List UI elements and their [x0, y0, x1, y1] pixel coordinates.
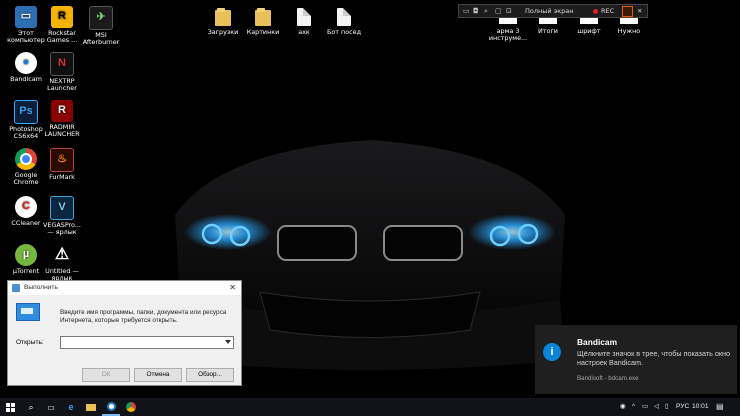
taskbar-bandicam[interactable]: [102, 398, 120, 416]
start-button[interactable]: [0, 398, 20, 416]
bandicam-record-bar[interactable]: ▭ ◘ ⌕ ▢ ⊡ Полный экран REC ✕: [458, 4, 648, 18]
nextrp-icon: N: [50, 52, 74, 76]
desktop-icon-msi-afterburner[interactable]: ✈ MSI Afterburner: [79, 6, 123, 47]
windows-logo-icon: [5, 402, 15, 412]
notification-source: Bandisoft - bdcam.exe: [577, 375, 639, 382]
chrome-icon: [15, 148, 37, 170]
desktop-icon-rockstar[interactable]: R Rockstar Games ...: [40, 6, 84, 45]
desktop-icon-nextrp[interactable]: N NEXTRP Launcher: [40, 52, 84, 93]
desktop-icon-downloads[interactable]: Загрузки: [201, 8, 245, 36]
ok-button[interactable]: ОК: [82, 368, 130, 382]
record-dot-icon: [593, 9, 598, 14]
run-dialog-title: Выполнить: [24, 284, 58, 291]
open-input[interactable]: [60, 336, 234, 349]
desktop-icon-radmir[interactable]: R RADMIR LAUNCHER: [40, 100, 84, 139]
pin-icon[interactable]: ◘: [473, 5, 479, 17]
computer-icon: ▭: [15, 6, 37, 28]
taskbar: ⌕ ▭ e ◉ ^ ▭ ◁ ▯ РУС 10:01 ▤: [0, 398, 740, 416]
taskbar-clock[interactable]: 10:01: [692, 398, 709, 416]
chrome-icon: [126, 402, 136, 412]
record-button[interactable]: [622, 6, 633, 17]
task-view-button[interactable]: ▭: [42, 398, 60, 416]
desktop-icon-ahk[interactable]: ахк: [282, 8, 326, 36]
fullscreen-icon[interactable]: ▢: [495, 5, 502, 17]
furmark-icon: ♨: [50, 148, 74, 172]
run-dialog-description: Введите имя программы, папки, документа …: [60, 309, 227, 325]
taskbar-chrome[interactable]: [122, 398, 140, 416]
cancel-button[interactable]: Отмена: [134, 368, 182, 382]
ccleaner-icon: C: [15, 196, 37, 218]
target-icon[interactable]: ⊡: [506, 5, 512, 17]
bandicam-icon: ●: [15, 52, 37, 74]
edge-icon: e: [68, 402, 74, 412]
folder-icon: [86, 403, 96, 411]
photoshop-icon: Ps: [14, 100, 38, 124]
chevron-down-icon[interactable]: [225, 340, 231, 344]
battery-icon[interactable]: ▯: [665, 398, 669, 416]
msi-afterburner-icon: ✈: [89, 6, 113, 30]
search-button[interactable]: ⌕: [22, 398, 40, 416]
search-icon[interactable]: ⌕: [484, 5, 488, 17]
folder-icon: [255, 8, 271, 26]
run-dialog-titlebar[interactable]: Выполнить ✕: [8, 281, 241, 295]
folder-icon: [215, 8, 231, 26]
desktop-icon-vegas[interactable]: V VEGASPro... — ярлык: [40, 196, 84, 237]
record-mode-title: Полный экран: [525, 7, 574, 15]
browse-button[interactable]: Обзор...: [186, 368, 234, 382]
notification-title: Bandicam: [577, 337, 618, 347]
info-icon: i: [543, 343, 561, 361]
rec-label: REC: [601, 7, 615, 15]
bandicam-icon: [106, 401, 116, 411]
run-icon: [12, 284, 20, 292]
desktop-icon-bot-posed[interactable]: Бот посед: [322, 8, 366, 36]
desktop-icon-arma3[interactable]: арма 3 инструме...: [486, 14, 530, 43]
notification-message: Щёлкните значок в трее, чтобы показать о…: [577, 349, 730, 368]
close-icon[interactable]: ✕: [229, 281, 236, 295]
shortcut-warning-icon: ⚠: [54, 246, 70, 264]
run-program-icon: [16, 303, 40, 321]
bandicam-tray-icon[interactable]: ◉: [620, 398, 626, 416]
task-view-icon: ▭: [47, 402, 55, 412]
notifications-icon[interactable]: ▤: [716, 398, 724, 416]
desktop-icon-untitled[interactable]: ⚠ Untitled — ярлык: [40, 244, 84, 283]
vegas-icon: V: [50, 196, 74, 220]
notification-toast[interactable]: i Bandicam Щёлкните значок в трее, чтобы…: [535, 325, 737, 394]
open-label: Открыть:: [16, 339, 44, 346]
taskbar-edge[interactable]: e: [62, 398, 80, 416]
taskbar-explorer[interactable]: [82, 398, 100, 416]
document-icon: [297, 8, 311, 26]
search-icon: ⌕: [28, 401, 34, 412]
rockstar-icon: R: [51, 6, 73, 28]
close-icon[interactable]: ✕: [637, 5, 642, 17]
volume-icon[interactable]: ◁: [654, 398, 659, 416]
run-dialog: Выполнить ✕ Введите имя программы, папки…: [7, 280, 242, 386]
show-hidden-icons-icon[interactable]: ^: [632, 398, 635, 416]
utorrent-icon: µ: [15, 244, 37, 266]
document-icon: [337, 8, 351, 26]
radmir-icon: R: [51, 100, 73, 122]
network-icon[interactable]: ▭: [642, 398, 648, 416]
desktop-icon-furmark[interactable]: ♨ FurMark: [40, 148, 84, 181]
language-indicator[interactable]: РУС: [676, 398, 689, 416]
desktop-icon-pictures[interactable]: Картинки: [241, 8, 285, 36]
window-mode-icon[interactable]: ▭: [463, 5, 470, 17]
